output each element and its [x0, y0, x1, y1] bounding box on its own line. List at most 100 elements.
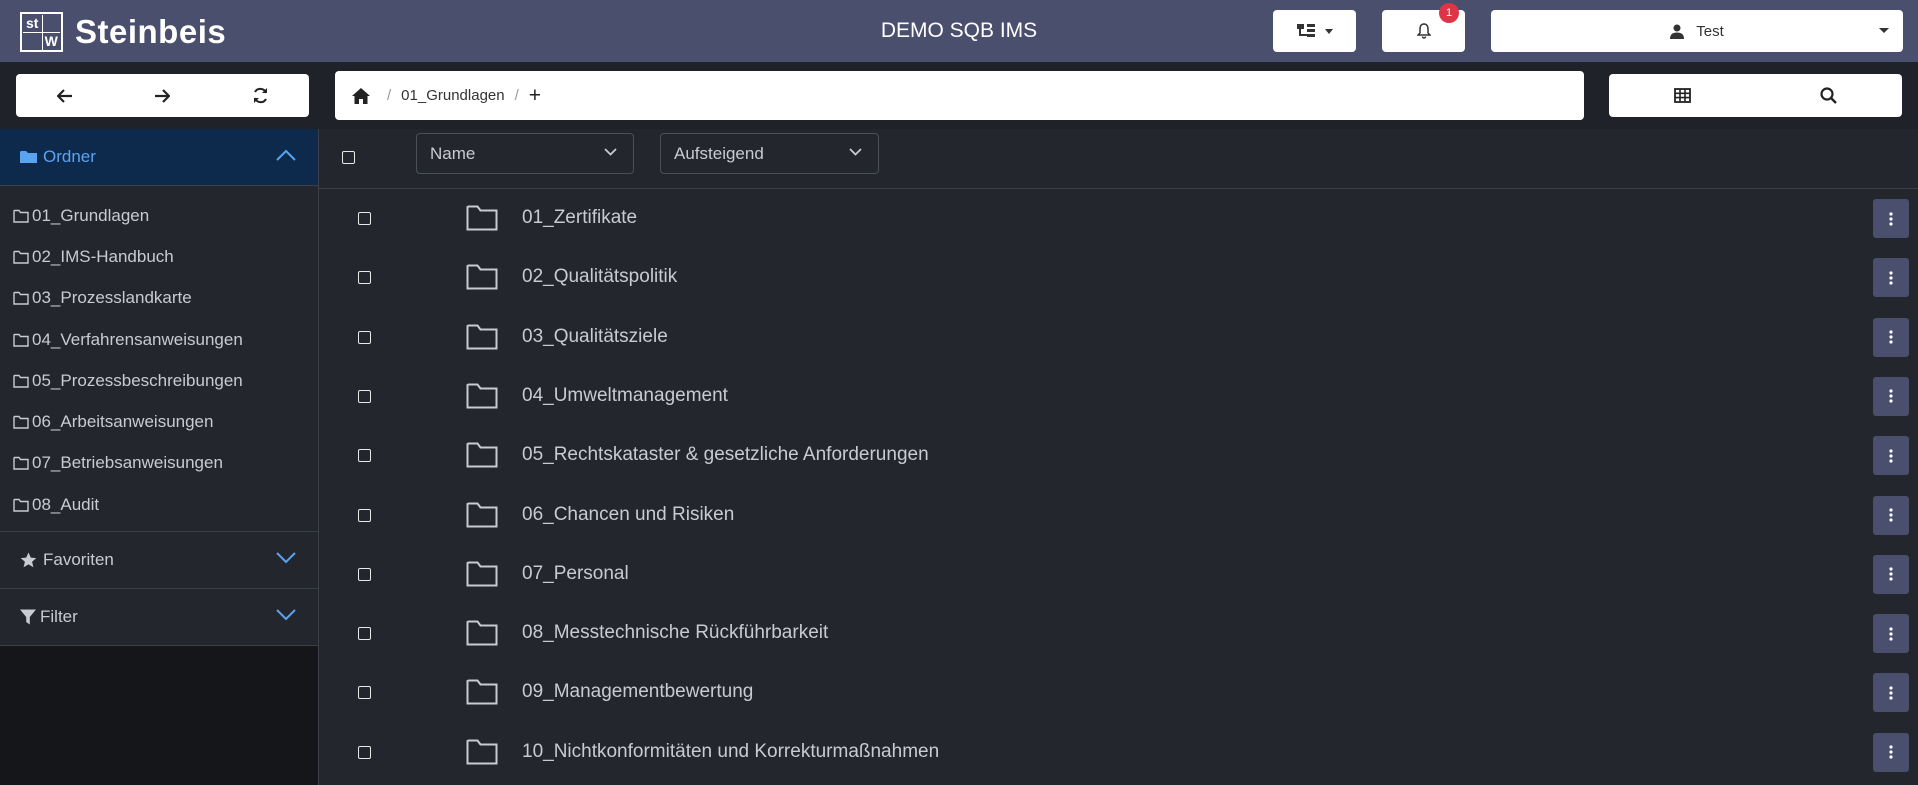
breadcrumb-item[interactable]: 01_Grundlagen [401, 87, 504, 104]
refresh-button[interactable] [240, 78, 280, 114]
logo-mark: st W [20, 12, 63, 52]
row-actions-button[interactable] [1873, 673, 1909, 713]
row-actions-button[interactable] [1873, 376, 1909, 416]
folder-row[interactable]: 01_Zertifikate [319, 189, 1918, 248]
sidebar-folder-item[interactable]: 04_Verfahrensanweisungen [0, 319, 318, 360]
row-checkbox[interactable] [358, 212, 371, 225]
folder-name[interactable]: 08_Messtechnische Rückführbarkeit [522, 622, 828, 644]
sitemap-dropdown-button[interactable] [1273, 10, 1356, 52]
more-vertical-icon [1889, 567, 1893, 581]
main-content: Name Aufsteigend 01_Zertifikate 02_Qualit… [318, 129, 1918, 785]
row-actions-button[interactable] [1873, 614, 1909, 654]
row-actions-button[interactable] [1873, 199, 1909, 238]
folders-section-label: Ordner [43, 147, 96, 166]
folders-section-header[interactable]: Ordner [0, 129, 318, 186]
view-controls [1609, 74, 1902, 117]
sidebar-folder-item[interactable]: 05_Prozessbeschreibungen [0, 360, 318, 401]
folder-row[interactable]: 09_Managementbewertung [319, 663, 1918, 722]
row-actions-button[interactable] [1873, 495, 1909, 535]
folder-name[interactable]: 10_Nichtkonformitäten und Korrekturmaßna… [522, 741, 939, 763]
sidebar-folder-item[interactable]: 08_Audit [0, 484, 318, 525]
sidebar-folder-item[interactable]: 01_Grundlagen [0, 195, 318, 236]
folder-outline-icon [466, 739, 498, 765]
user-name: Test [1696, 22, 1724, 40]
folder-row[interactable]: 06_Chancen und Risiken [319, 486, 1918, 545]
folder-name[interactable]: 04_Umweltmanagement [522, 385, 728, 407]
breadcrumb: / 01_Grundlagen / + [335, 71, 1584, 120]
back-button[interactable] [45, 78, 85, 114]
forward-button[interactable] [142, 78, 182, 114]
folder-outline-icon [466, 502, 498, 527]
sidebar-folder-label: 06_Arbeitsanweisungen [32, 412, 214, 432]
row-actions-button[interactable] [1873, 258, 1909, 298]
notifications-button[interactable]: 1 [1382, 3, 1465, 52]
folder-row[interactable]: 08_Messtechnische Rückführbarkeit [319, 604, 1918, 663]
breadcrumb-separator: / [514, 87, 519, 104]
navigation-bar: / 01_Grundlagen / + [0, 62, 1918, 129]
row-actions-button[interactable] [1873, 554, 1909, 594]
sort-order-value: Aufsteigend [674, 143, 764, 163]
sidebar-folder-item[interactable]: 07_Betriebsanweisungen [0, 443, 318, 484]
user-menu-button[interactable]: Test [1491, 10, 1903, 52]
sort-field-select[interactable]: Name [416, 133, 634, 174]
folder-row[interactable]: 03_Qualitätsziele [319, 308, 1918, 367]
row-checkbox[interactable] [358, 627, 371, 641]
notification-badge: 1 [1439, 3, 1459, 23]
logo-text: Steinbeis [75, 13, 227, 50]
more-vertical-icon [1889, 211, 1893, 226]
row-actions-button[interactable] [1873, 436, 1909, 476]
folder-name[interactable]: 03_Qualitätsziele [522, 326, 668, 348]
logo[interactable]: st W Steinbeis [20, 12, 226, 52]
sidebar-folder-label: 01_Grundlagen [32, 205, 150, 225]
folder-outline-icon [466, 264, 498, 290]
folder-outline-icon [466, 679, 498, 705]
sidebar-folder-label: 05_Prozessbeschreibungen [32, 370, 243, 390]
folder-outline-icon [466, 205, 498, 231]
search-button[interactable] [1809, 78, 1849, 114]
sidebar-folder-item[interactable]: 02_IMS-Handbuch [0, 236, 318, 277]
row-checkbox[interactable] [358, 330, 371, 344]
folder-outline-icon [466, 561, 498, 587]
folder-name[interactable]: 05_Rechtskataster & gesetzliche Anforder… [522, 444, 929, 466]
sort-order-select[interactable]: Aufsteigend [660, 133, 879, 174]
folder-row[interactable]: 07_Personal [319, 545, 1918, 604]
folder-name[interactable]: 02_Qualitätspolitik [522, 266, 677, 288]
filter-section-header[interactable]: Filter [0, 589, 318, 647]
history-controls [16, 74, 309, 117]
sidebar-folder-label: 07_Betriebsanweisungen [32, 453, 223, 473]
chevron-down-icon [1879, 28, 1889, 33]
folder-name[interactable]: 01_Zertifikate [522, 207, 637, 229]
grid-view-button[interactable] [1662, 78, 1702, 114]
folder-outline-icon [466, 324, 498, 350]
row-checkbox[interactable] [358, 686, 371, 700]
row-checkbox[interactable] [358, 449, 371, 463]
chevron-down-icon [604, 148, 617, 156]
sidebar-folder-item[interactable]: 03_Prozesslandkarte [0, 278, 318, 319]
folder-row[interactable]: 04_Umweltmanagement [319, 367, 1918, 426]
row-checkbox[interactable] [358, 271, 371, 285]
sidebar-folder-label: 04_Verfahrensanweisungen [32, 329, 243, 349]
more-vertical-icon [1889, 389, 1893, 403]
select-all-checkbox[interactable] [342, 151, 355, 164]
row-checkbox[interactable] [358, 567, 371, 581]
sidebar-folder-label: 08_Audit [32, 494, 100, 514]
row-actions-button[interactable] [1873, 317, 1909, 357]
row-checkbox[interactable] [358, 745, 371, 759]
folder-name[interactable]: 07_Personal [522, 563, 629, 585]
folder-row[interactable]: 10_Nichtkonformitäten und Korrekturmaßna… [319, 723, 1918, 782]
more-vertical-icon [1889, 449, 1893, 463]
home-button[interactable] [351, 87, 371, 105]
row-checkbox[interactable] [358, 389, 371, 403]
folder-row[interactable]: 05_Rechtskataster & gesetzliche Anforder… [319, 426, 1918, 485]
sidebar-folder-label: 02_IMS-Handbuch [32, 246, 174, 266]
row-actions-button[interactable] [1873, 732, 1909, 772]
folder-name[interactable]: 06_Chancen und Risiken [522, 504, 734, 526]
sidebar-panel: Ordner 01_Grundlagen 02_IMS-Handbuch 03_Pr… [0, 129, 318, 647]
favorites-section-header[interactable]: Favoriten [0, 532, 318, 590]
folder-name[interactable]: 09_Managementbewertung [522, 681, 753, 703]
sidebar-folder-label: 03_Prozesslandkarte [32, 288, 192, 308]
add-folder-button[interactable]: + [529, 84, 541, 108]
row-checkbox[interactable] [358, 508, 371, 522]
sidebar-folder-item[interactable]: 06_Arbeitsanweisungen [0, 401, 318, 442]
folder-row[interactable]: 02_Qualitätspolitik [319, 248, 1918, 307]
